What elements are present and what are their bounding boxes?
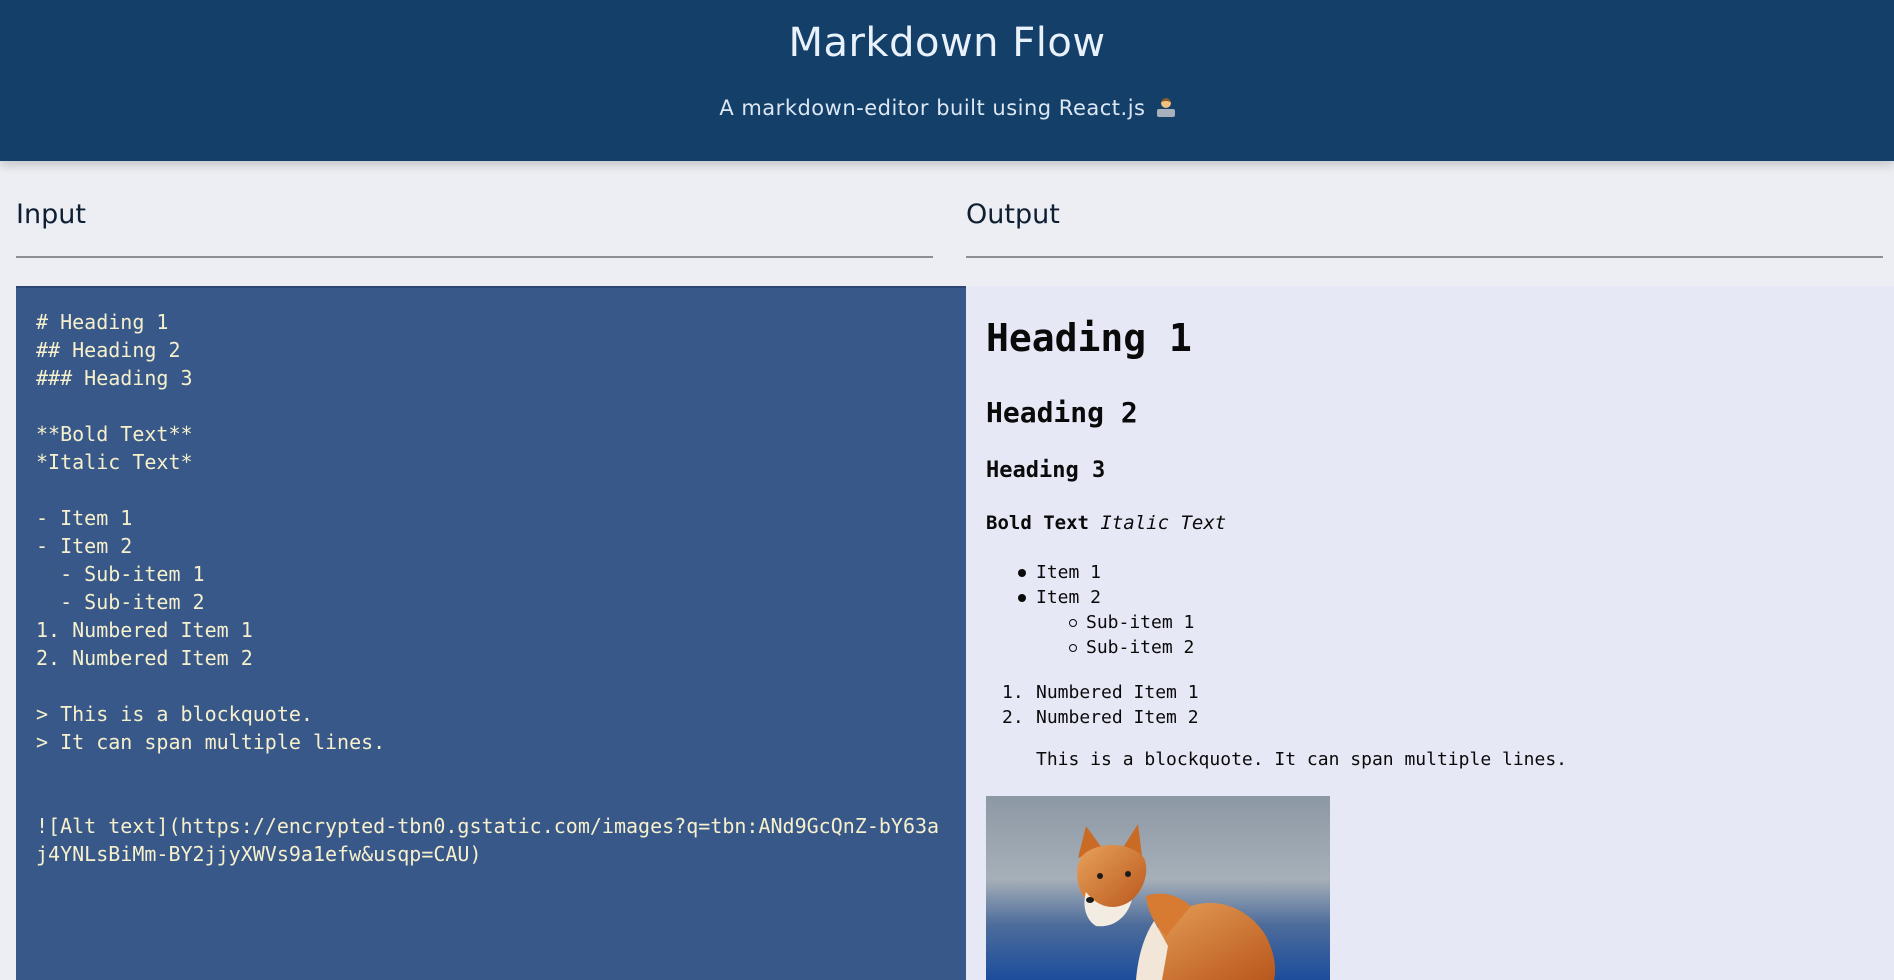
preview-blockquote: This is a blockquote. It can span multip… xyxy=(1036,749,1568,770)
output-panel-title: Output xyxy=(966,199,1060,230)
app-subtitle: A markdown-editor built using React.js xyxy=(0,96,1894,120)
preview-heading-3: Heading 3 xyxy=(986,458,1106,483)
bullet-icon xyxy=(1018,594,1026,602)
sub-list-item-text: Sub-item 2 xyxy=(1086,637,1195,658)
numbered-item: 1. Numbered Item 1 xyxy=(986,680,1199,705)
preview-bold-text: Bold Text xyxy=(986,512,1089,534)
input-divider xyxy=(16,256,933,258)
input-panel-title: Input xyxy=(16,199,86,230)
list-item: Item 2 xyxy=(986,585,1194,610)
preview-image xyxy=(986,796,1330,980)
numbered-item-text: Numbered Item 1 xyxy=(1036,682,1199,703)
technologist-emoji-icon xyxy=(1156,98,1175,118)
numbered-item-marker: 1. xyxy=(1002,682,1024,703)
output-divider xyxy=(966,256,1883,258)
list-item: Item 1 xyxy=(986,560,1194,585)
preview-numbered-list: 1. Numbered Item 1 2. Numbered Item 2 xyxy=(986,680,1199,730)
app-subtitle-text: A markdown-editor built using React.js xyxy=(719,96,1146,120)
preview-heading-2: Heading 2 xyxy=(986,396,1138,429)
output-preview: Heading 1 Heading 2 Heading 3 Bold Text … xyxy=(966,286,1894,980)
app-title: Markdown Flow xyxy=(788,20,1106,66)
preview-italic-text: Italic Text xyxy=(1100,512,1227,534)
list-item-text: Item 2 xyxy=(1036,587,1102,608)
sub-list-item: Sub-item 1 xyxy=(986,610,1194,635)
hollow-bullet-icon xyxy=(1069,619,1077,627)
app-header: Markdown Flow A markdown-editor built us… xyxy=(0,0,1894,161)
hollow-bullet-icon xyxy=(1069,644,1077,652)
preview-bullet-list: Item 1 Item 2 Sub-item 1 Sub-item 2 xyxy=(986,560,1194,660)
numbered-item-text: Numbered Item 2 xyxy=(1036,707,1199,728)
numbered-item: 2. Numbered Item 2 xyxy=(986,705,1199,730)
input-pane xyxy=(16,286,966,980)
list-item-text: Item 1 xyxy=(1036,562,1102,583)
markdown-editor[interactable] xyxy=(16,288,966,980)
bullet-icon xyxy=(1018,569,1026,577)
sub-list-item: Sub-item 2 xyxy=(986,635,1194,660)
numbered-item-marker: 2. xyxy=(1002,707,1024,728)
sub-list-item-text: Sub-item 1 xyxy=(1086,612,1195,633)
preview-heading-1: Heading 1 xyxy=(986,316,1192,360)
fox-image xyxy=(986,796,1330,980)
preview-paragraph: Bold Text Italic Text xyxy=(986,512,1226,534)
